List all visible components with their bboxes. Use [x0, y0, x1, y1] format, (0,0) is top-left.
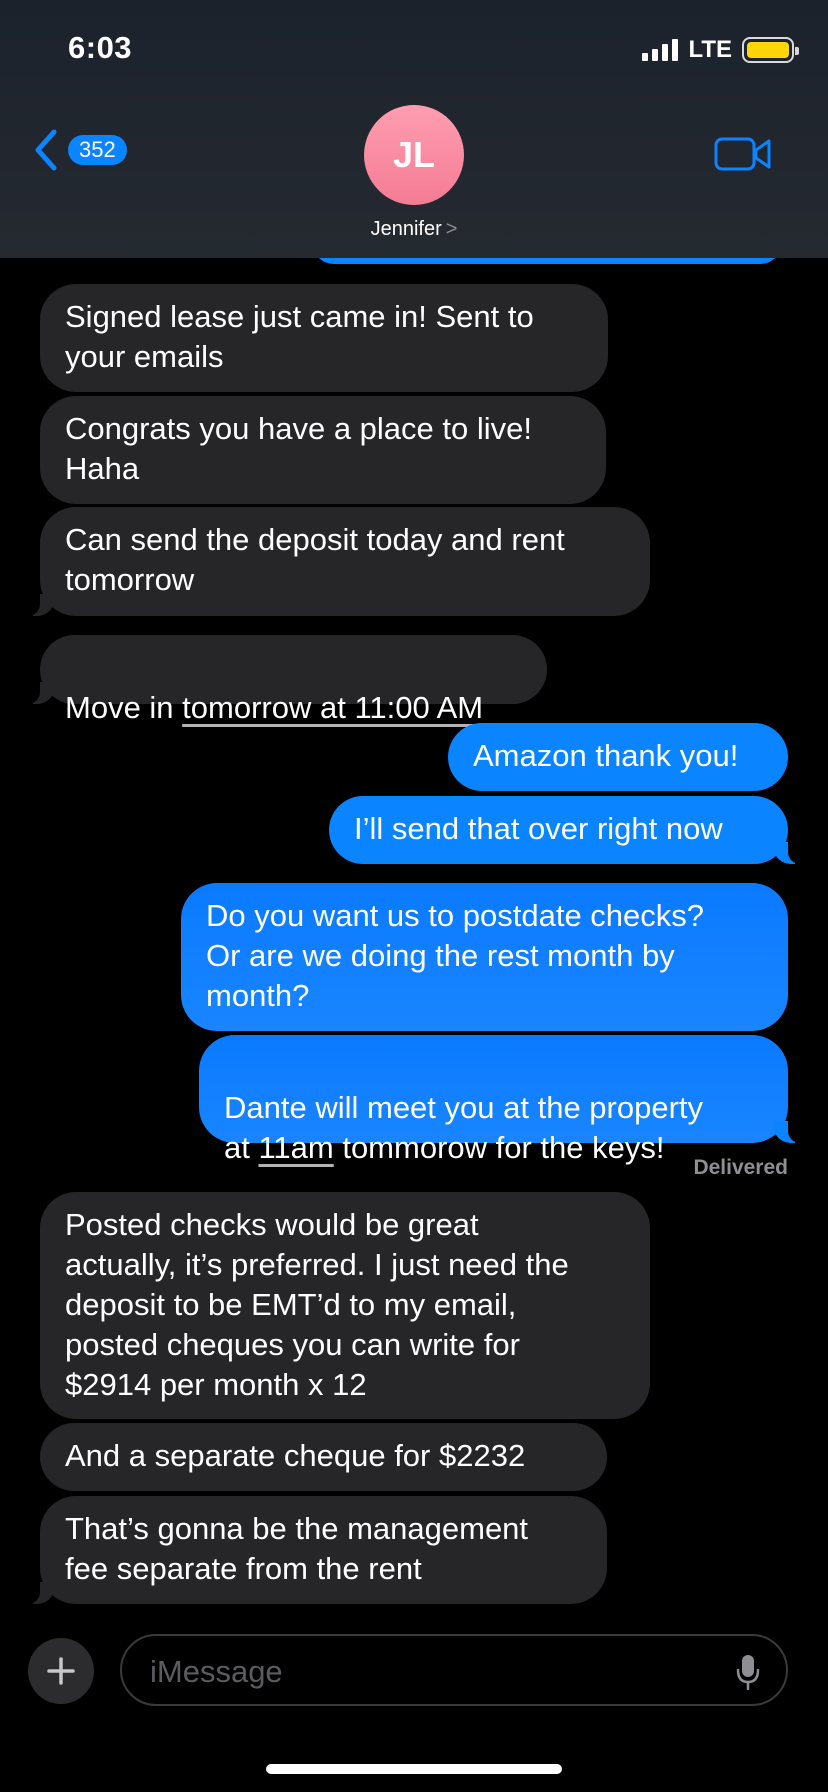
imessage-input[interactable] [150, 1652, 710, 1692]
chevron-left-icon [35, 129, 57, 171]
message-incoming: Posted checks would be great actually, i… [40, 1192, 650, 1419]
battery-icon [742, 37, 799, 63]
network-label: LTE [688, 36, 732, 63]
contact-name-button[interactable]: Jennifer > [0, 218, 828, 241]
signal-icon [642, 39, 679, 61]
conversation-header: 6:03 LTE 352 JL Jennifer > [0, 0, 828, 258]
message-incoming: That’s gonna be the management fee separ… [26, 1496, 607, 1604]
plus-icon [47, 1657, 75, 1685]
status-indicators: LTE [642, 36, 799, 64]
chevron-right-icon: > [445, 218, 458, 240]
message-outgoing: Amazon thank you! [448, 723, 788, 791]
status-time: 6:03 [68, 30, 133, 65]
message-incoming: Move in tomorrow at 11:00 AM [26, 635, 547, 725]
back-button[interactable]: 352 [30, 128, 127, 172]
microphone-icon[interactable] [736, 1654, 760, 1690]
message-text: tommorow for the keys! [333, 1130, 665, 1165]
unread-count-badge: 352 [68, 135, 127, 165]
date-link[interactable]: tomorrow at 11:00 AM [182, 690, 483, 725]
home-indicator[interactable] [266, 1764, 562, 1774]
contact-avatar[interactable]: JL [364, 105, 464, 205]
message-incoming: Can send the deposit today and rent tomo… [26, 507, 650, 616]
video-camera-icon[interactable] [714, 136, 772, 172]
message-outgoing: Dante will meet you at the property at 1… [199, 1035, 802, 1165]
contact-name: Jennifer [370, 218, 442, 240]
time-link[interactable]: 11am [258, 1130, 333, 1165]
apps-plus-button[interactable] [28, 1638, 94, 1704]
message-outgoing: Do you want us to postdate checks? Or ar… [181, 883, 788, 1031]
message-text: Move in [65, 690, 183, 725]
message-incoming: And a separate cheque for $2232 [40, 1423, 607, 1491]
message-incoming: Congrats you have a place to live! Haha [40, 396, 606, 504]
message-incoming: Signed lease just came in! Sent to your … [40, 284, 608, 392]
message-compose-field[interactable] [120, 1634, 788, 1706]
delivered-status: Delivered [693, 1156, 788, 1179]
message-outgoing: I’ll send that over right now [329, 796, 802, 864]
